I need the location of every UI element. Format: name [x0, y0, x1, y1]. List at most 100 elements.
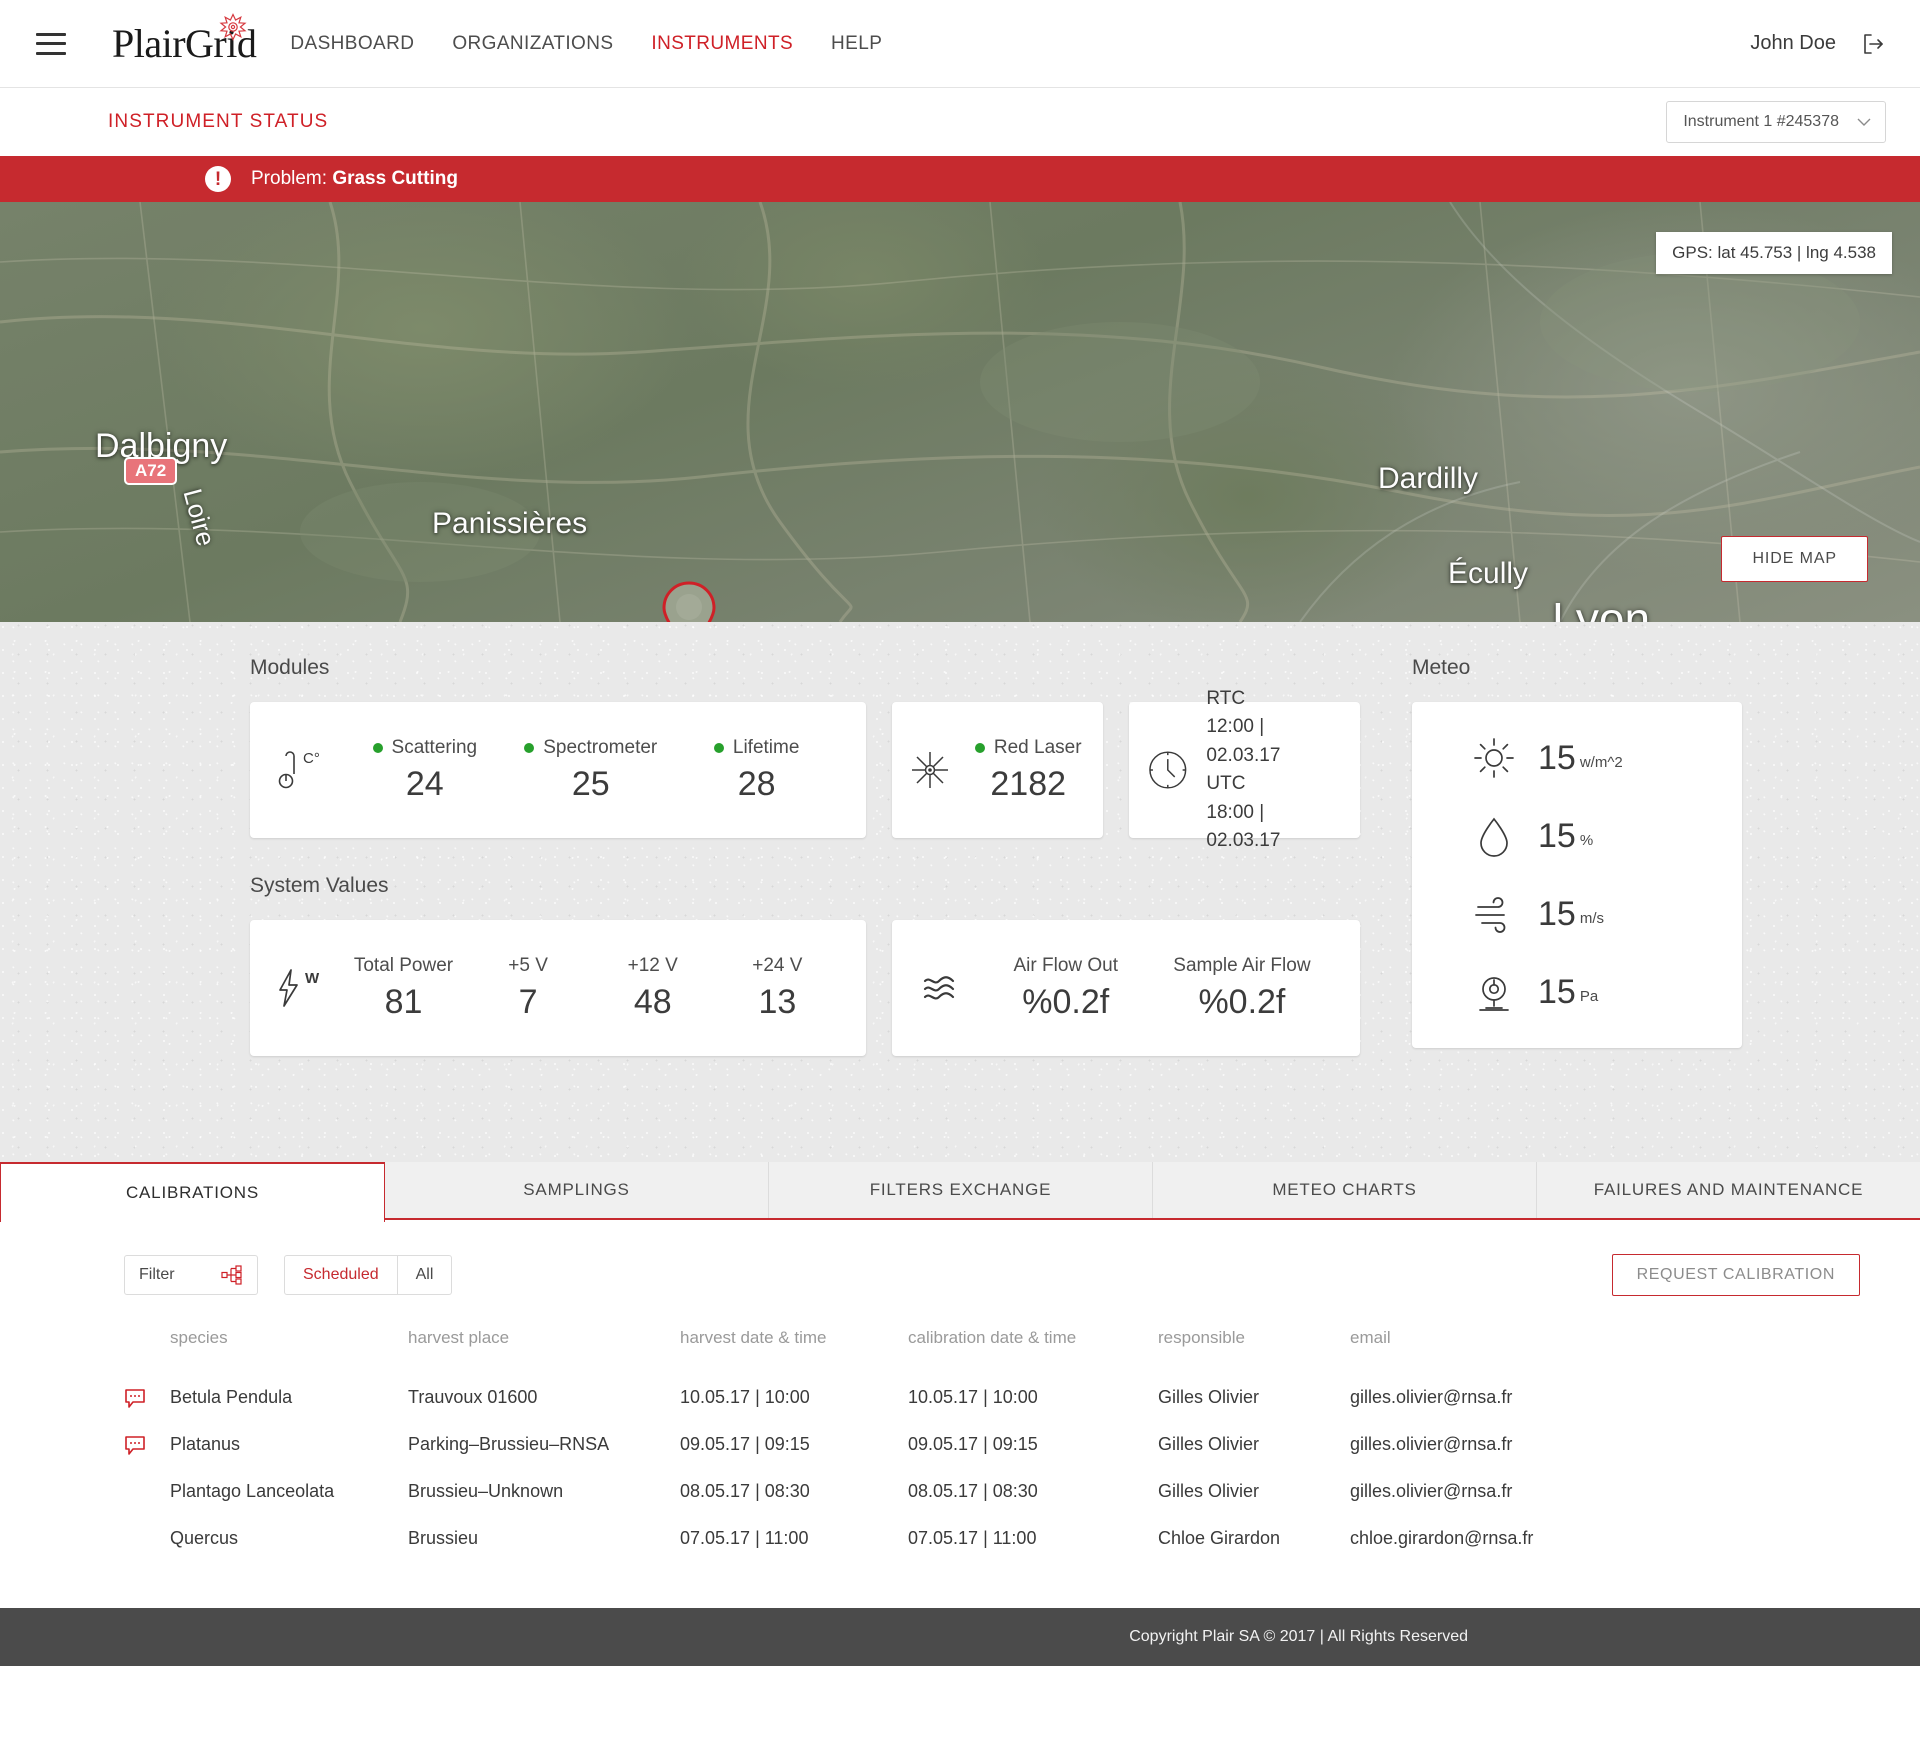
toggle-scheduled[interactable]: Scheduled [285, 1256, 398, 1294]
system-values-section-title: System Values [250, 874, 389, 897]
meteo-value: 15 [1538, 738, 1576, 777]
air-flow-card: Air Flow Out %0.2f Sample Air Flow %0.2f [891, 920, 1360, 1056]
map-marker-icon[interactable] [660, 580, 718, 622]
map-label: Écully [1448, 557, 1529, 590]
page-footer: Copyright Plair SA © 2017 | All Rights R… [0, 1608, 1920, 1666]
tab-samplings[interactable]: SAMPLINGS [385, 1162, 769, 1218]
dashboard-left-column: Modules C° Scattering 24 Spectrometer 25… [250, 656, 1361, 1056]
comment-cell [124, 1515, 170, 1562]
thermometer-icon: C° [276, 748, 320, 792]
cell-responsible: Gilles Olivier [1158, 1387, 1260, 1407]
column-header-calibration-date: calibration date & time [908, 1328, 1077, 1347]
nav-item-help[interactable]: HELP [831, 33, 882, 55]
cell-harvest-place: Brussieu–Unknown [408, 1481, 564, 1501]
problem-alert-banner: ! Problem: Grass Cutting [0, 156, 1920, 202]
calibrations-toolbar: Filter Scheduled All REQUEST CALIBRATION [124, 1254, 1860, 1296]
tab-filters-exchange[interactable]: FILTERS EXCHANGE [769, 1162, 1153, 1218]
system-label: +5 V [508, 954, 548, 976]
cell-species: Plantago Lanceolata [170, 1481, 335, 1501]
request-calibration-button[interactable]: REQUEST CALIBRATION [1611, 1254, 1860, 1296]
chevron-down-icon [1857, 118, 1871, 126]
status-dot-ok [974, 742, 985, 753]
airflow-label: Sample Air Flow [1173, 954, 1311, 976]
page-title: INSTRUMENT STATUS [108, 111, 329, 132]
map-terrain-overlay [0, 202, 1920, 622]
map-label: Dardilly [1378, 462, 1479, 495]
dashboard-section: Modules C° Scattering 24 Spectrometer 25… [0, 622, 1920, 1162]
system-value: 13 [758, 982, 797, 1021]
column-header-responsible: responsible [1158, 1328, 1245, 1347]
table-row[interactable]: Quercus Brussieu 07.05.17 | 11:00 07.05.… [124, 1515, 1860, 1562]
modules-unit-label: C° [303, 750, 320, 767]
toggle-all[interactable]: All [398, 1256, 452, 1294]
hierarchy-icon [221, 1265, 242, 1285]
brand-logo[interactable]: PlairGrid [112, 12, 257, 64]
status-dot-ok [524, 742, 535, 753]
cell-responsible: Chloe Girardon [1158, 1528, 1281, 1548]
table-row[interactable]: Platanus Parking–Brussieu–RNSA 09.05.17 … [124, 1421, 1860, 1468]
content-tabs: CALIBRATIONS SAMPLINGS FILTERS EXCHANGE … [0, 1162, 1920, 1222]
rtc-label: RTC [1206, 687, 1246, 709]
comment-cell[interactable] [124, 1374, 170, 1421]
table-row[interactable]: Plantago Lanceolata Brussieu–Unknown 08.… [124, 1468, 1860, 1515]
comment-bubble-icon[interactable] [124, 1388, 146, 1408]
filter-button[interactable]: Filter [124, 1255, 258, 1295]
location-map[interactable]: GPS: lat 45.753 | lng 4.538 HIDE MAP Dal… [0, 202, 1920, 622]
laser-value: 2182 [990, 764, 1067, 803]
table-header-row: species harvest place harvest date & tim… [124, 1328, 1860, 1374]
system-metric-5v: +5 V 7 [466, 955, 591, 1022]
tab-meteo-charts[interactable]: METEO CHARTS [1153, 1162, 1537, 1218]
table-row[interactable]: Betula Pendula Trauvoux 01600 10.05.17 |… [124, 1374, 1860, 1421]
cell-harvest-place: Trauvoux 01600 [408, 1387, 538, 1407]
wind-icon [1475, 897, 1506, 933]
instrument-select[interactable]: Instrument 1 #245378 [1666, 101, 1886, 143]
sun-gear-icon [219, 12, 247, 41]
cell-harvest-date: 09.05.17 | 09:15 [680, 1434, 810, 1454]
nav-item-organizations[interactable]: ORGANIZATIONS [452, 33, 613, 55]
logout-icon[interactable] [1858, 30, 1886, 58]
map-label-lyon: Lyon [1552, 593, 1651, 622]
airflow-value: %0.2f [1022, 982, 1110, 1021]
instrument-select-value: Instrument 1 #245378 [1683, 113, 1839, 130]
nav-item-instruments[interactable]: INSTRUMENTS [651, 33, 793, 55]
cell-harvest-place: Parking–Brussieu–RNSA [408, 1434, 610, 1454]
comment-cell [124, 1468, 170, 1515]
cell-email: gilles.olivier@rnsa.fr [1350, 1434, 1513, 1454]
droplet-icon [1480, 817, 1508, 857]
airflow-metric-sample: Sample Air Flow %0.2f [1154, 955, 1330, 1022]
system-label: Total Power [353, 954, 454, 976]
cell-calibration-date: 09.05.17 | 09:15 [908, 1434, 1038, 1454]
cell-harvest-place: Brussieu [408, 1528, 479, 1548]
laser-metric: Red Laser 2182 [972, 737, 1085, 804]
top-navigation-bar: PlairGrid DASHBOARD ORGANIZATIONS INSTRU… [0, 0, 1920, 88]
meteo-row-humidity: 15 % [1412, 814, 1742, 858]
hide-map-button[interactable]: HIDE MAP [1721, 536, 1868, 582]
scope-toggle: Scheduled All [284, 1255, 453, 1295]
meteo-section-title: Meteo [1412, 656, 1471, 679]
nav-item-dashboard[interactable]: DASHBOARD [290, 33, 414, 55]
gps-coordinates-box: GPS: lat 45.753 | lng 4.538 [1656, 232, 1892, 274]
meteo-column: Meteo 15 w/m^2 15 % 15 m/s 15 Pa [1412, 656, 1742, 1056]
system-values-card: W Total Power 81 +5 V 7 +12 V 48 +24 V 1… [250, 920, 866, 1056]
cell-calibration-date: 10.05.17 | 10:00 [908, 1387, 1038, 1407]
red-laser-card: Red Laser 2182 [891, 702, 1103, 838]
module-value: 28 [737, 764, 776, 803]
column-header-email: email [1350, 1328, 1391, 1347]
meteo-value: 15 [1538, 816, 1576, 855]
column-header-harvest-place: harvest place [408, 1328, 510, 1347]
meteo-unit: w/m^2 [1579, 753, 1623, 771]
comment-cell[interactable] [124, 1421, 170, 1468]
meteo-row-pressure: 15 Pa [1412, 970, 1742, 1014]
comment-bubble-icon[interactable] [124, 1435, 146, 1455]
airflow-value: %0.2f [1198, 982, 1286, 1021]
utc-label: UTC [1206, 773, 1246, 794]
tab-failures-and-maintenance[interactable]: FAILURES AND MAINTENANCE [1537, 1162, 1920, 1218]
tab-calibrations[interactable]: CALIBRATIONS [0, 1162, 385, 1222]
calibrations-table: species harvest place harvest date & tim… [124, 1328, 1860, 1562]
laser-label: Red Laser [993, 736, 1082, 758]
hamburger-icon[interactable] [36, 32, 66, 55]
meteo-unit: Pa [1579, 987, 1599, 1005]
status-dot-ok [713, 742, 724, 753]
cell-calibration-date: 08.05.17 | 08:30 [908, 1481, 1038, 1501]
cell-responsible: Gilles Olivier [1158, 1434, 1260, 1454]
